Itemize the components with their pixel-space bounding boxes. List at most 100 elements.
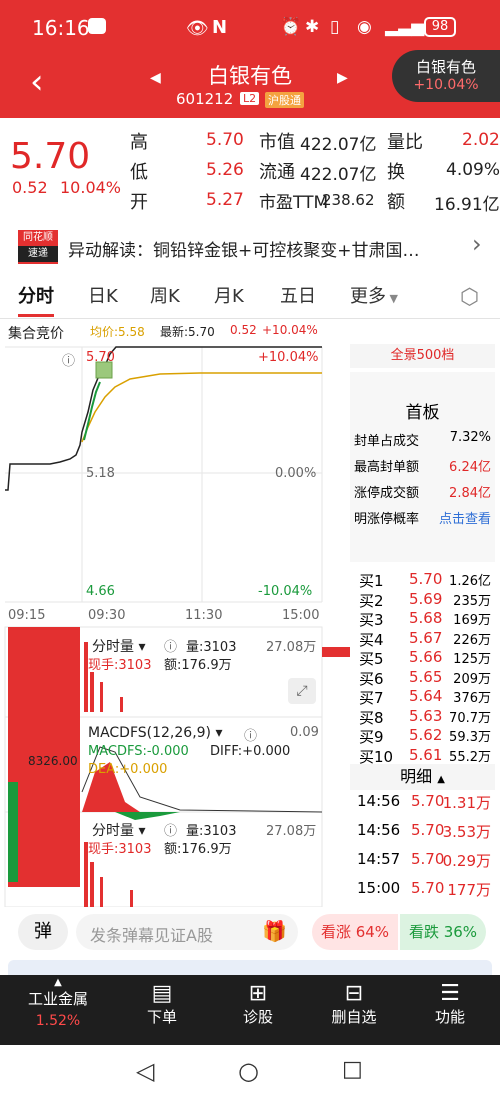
- tab-day-k[interactable]: 日K: [88, 275, 118, 319]
- danmu-bar: 弹 发条弹幕见证A股 🎁 看涨 64% 看跌 36%: [0, 908, 500, 956]
- order-book-row: 买1 5.70 1.26亿: [355, 570, 495, 590]
- axis-mid-pct: 0.00%: [275, 466, 317, 481]
- nav-recent-icon[interactable]: □: [342, 1057, 363, 1082]
- bid-volume: 1.26亿: [449, 574, 491, 589]
- tab-month-k[interactable]: 月K: [214, 275, 244, 319]
- industry-button[interactable]: ▲ 工业金属 1.52%: [8, 975, 108, 1045]
- tab-more[interactable]: 更多 ▼: [350, 275, 398, 319]
- bid-price: 5.67: [409, 628, 443, 647]
- gift-icon[interactable]: 🎁: [262, 919, 287, 943]
- expand-icon[interactable]: ⤢: [288, 678, 316, 704]
- bid-price: 5.70: [409, 570, 443, 588]
- news-text: 异动解读：铜铅锌金银+可控核聚变+甘肃国…: [68, 241, 420, 261]
- bid-volume: 125万: [453, 652, 491, 667]
- banner-strip: [8, 960, 492, 976]
- status-bar: 16:16 👁 N ⏰ ✱ ▯ ◉ ▂▃▅ 98: [0, 0, 500, 56]
- full-depth-button[interactable]: 全景500档: [350, 344, 495, 368]
- vol1-amount: 额:176.9万: [164, 658, 232, 673]
- danmu-input[interactable]: 发条弹幕见证A股 🎁: [76, 914, 298, 950]
- trade-time: 14:57: [357, 850, 401, 868]
- remove-watchlist-button[interactable]: ⊟ 删自选: [304, 975, 404, 1045]
- macd-label[interactable]: MACDFS(12,26,9) ▾: [88, 725, 223, 741]
- logo-top-text: 同花顺: [23, 232, 53, 243]
- dea-value: DEA:+0.000: [88, 762, 168, 777]
- ths-logo-icon: 同花顺 速递: [18, 230, 58, 264]
- industry-pct: 1.52%: [35, 1013, 81, 1029]
- bearish-button[interactable]: 看跌 36%: [400, 914, 486, 950]
- bid-level: 买7: [359, 689, 384, 707]
- menu-icon: ☰: [440, 981, 460, 1006]
- bid-level: 买1: [359, 572, 384, 590]
- pe-label: 市盈TTM: [259, 193, 329, 213]
- order-button[interactable]: ▤ 下单: [112, 975, 212, 1045]
- bid-volume: 226万: [453, 632, 491, 648]
- chevron-right-icon[interactable]: ›: [472, 230, 482, 258]
- bid-volume: 169万: [453, 613, 491, 628]
- float-label: 流通: [259, 162, 295, 183]
- axis-mid-price: 5.18: [86, 466, 115, 481]
- quote-summary: 5.70 0.52 10.04% 高 5.70 低 5.26 开 5.27 市值…: [0, 118, 500, 218]
- function-button[interactable]: ☰ 功能: [400, 975, 500, 1045]
- bid-level: 买9: [359, 728, 384, 746]
- vol1-hand: 现手:3103: [88, 658, 152, 673]
- stock-code: 601212: [176, 90, 234, 108]
- panel-r3-label: 涨停成交额: [354, 486, 420, 501]
- mini-quote-bubble[interactable]: 白银有色 +10.04%: [392, 50, 500, 102]
- tab-week-k[interactable]: 周K: [150, 275, 180, 319]
- amount-value: 16.91亿: [434, 195, 500, 215]
- order-book-row: 买7 5.64 376万: [355, 687, 495, 707]
- time-0930: 09:30: [88, 608, 126, 623]
- tab-five-day[interactable]: 五日: [280, 275, 316, 319]
- panel-r4-label: 明涨停概率: [354, 512, 420, 527]
- trade-volume: 177万: [447, 881, 491, 899]
- nav-back-icon[interactable]: ◁: [136, 1057, 154, 1085]
- panel-r1-value: 7.32%: [449, 430, 491, 445]
- order-book-row: 买5 5.66 125万: [355, 648, 495, 668]
- price-change: 0.52: [12, 178, 48, 197]
- time-0915: 09:15: [8, 608, 46, 623]
- open-label: 开: [130, 192, 148, 213]
- turnover-label: 换: [387, 162, 405, 183]
- detail-header[interactable]: 明细 ▲: [350, 764, 495, 790]
- vol2-label[interactable]: 分时量 ▾: [92, 820, 145, 840]
- vibrate-icon: ▯: [330, 17, 340, 37]
- danmu-toggle-icon[interactable]: 弹: [18, 914, 68, 950]
- bid-price: 5.62: [409, 726, 443, 744]
- back-icon[interactable]: ‹: [30, 62, 44, 102]
- axis-bottom-price: 4.66: [86, 584, 115, 599]
- vol1-help-icon[interactable]: ⓘ: [164, 636, 177, 655]
- panel-r3-value: 2.84亿: [449, 486, 491, 501]
- help-icon[interactable]: ⓘ: [62, 350, 75, 369]
- latest-change-pct: +10.04%: [262, 323, 318, 337]
- bid-level: 买5: [359, 650, 384, 668]
- vol2-amount: 额:176.9万: [164, 842, 232, 857]
- trade-row: 14:57 5.70 0.29万: [355, 850, 495, 870]
- diagnose-button[interactable]: ⊞ 诊股: [208, 975, 308, 1045]
- nfc-icon: N: [212, 17, 228, 38]
- tab-intraday[interactable]: 分时: [18, 275, 54, 319]
- tab-active-indicator: [18, 314, 54, 317]
- trade-volume: 1.31万: [442, 794, 491, 812]
- settings-icon[interactable]: ⬡: [460, 285, 479, 310]
- trade-volume: 3.53万: [442, 823, 491, 841]
- order-book-row: 买3 5.68 169万: [355, 609, 495, 629]
- bullish-button[interactable]: 看涨 64%: [312, 914, 398, 950]
- macd-help-icon[interactable]: ⓘ: [244, 725, 257, 744]
- price-change-pct: 10.04%: [60, 178, 122, 197]
- pe-value: 238.62: [322, 191, 375, 209]
- panel-r4-link[interactable]: 点击查看: [439, 508, 491, 527]
- eye-icon: 👁: [186, 18, 209, 39]
- order-book-row: 买6 5.65 209万: [355, 668, 495, 688]
- next-stock-icon[interactable]: ▶: [337, 70, 348, 86]
- nav-home-icon[interactable]: ○: [238, 1057, 259, 1085]
- intraday-chart-area: 集合竞价 均价:5.58 最新:5.70 0.52 +10.04% 5.70 5…: [0, 320, 500, 907]
- vol1-label[interactable]: 分时量 ▾: [92, 636, 145, 656]
- open-value: 5.27: [206, 190, 244, 210]
- function-label: 功能: [434, 1008, 465, 1026]
- news-strip[interactable]: 同花顺 速递 异动解读：铜铅锌金银+可控核聚变+甘肃国… ›: [0, 222, 500, 270]
- low-value: 5.26: [206, 160, 244, 180]
- prev-stock-icon[interactable]: ◀: [150, 70, 161, 86]
- panel-title: 首板: [405, 403, 440, 423]
- vol2-help-icon[interactable]: ⓘ: [164, 820, 177, 839]
- trade-row: 15:00 5.70 177万: [355, 879, 495, 899]
